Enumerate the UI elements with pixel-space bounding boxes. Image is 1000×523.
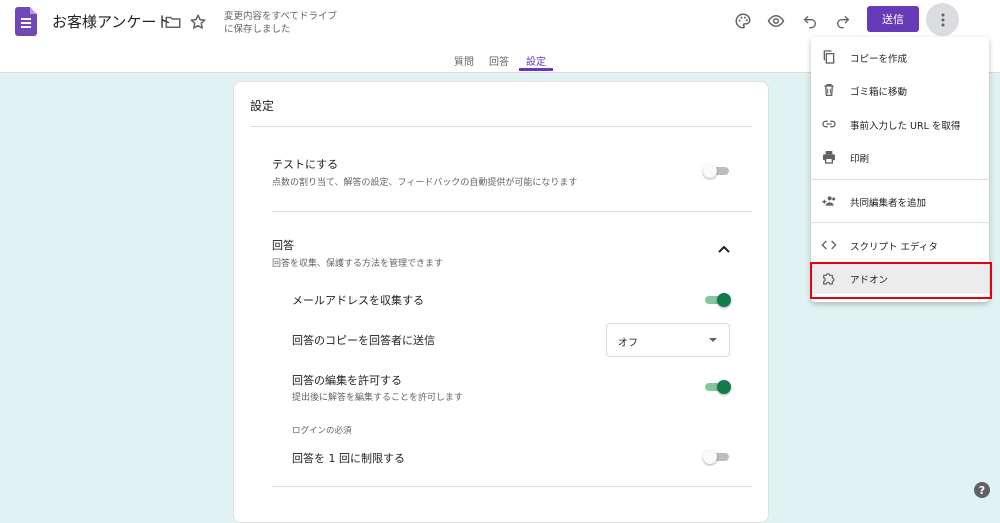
tab-responses[interactable]: 回答: [489, 53, 509, 68]
palette-icon[interactable]: [732, 10, 754, 32]
more-vert-icon: [941, 13, 944, 26]
print-icon: [823, 151, 835, 164]
code-icon: [821, 240, 837, 250]
trash-icon: [824, 84, 834, 96]
menu-item-print[interactable]: 印刷: [811, 141, 989, 173]
forms-app-icon[interactable]: [15, 7, 37, 36]
limit-one-toggle[interactable]: [703, 450, 731, 464]
send-copy-select[interactable]: オフ: [606, 323, 730, 357]
allow-edit-desc: 提出後に解答を編集することを許可します: [292, 393, 464, 403]
collect-email-toggle[interactable]: [703, 293, 731, 307]
add-people-icon: [822, 196, 836, 206]
responses-section-title: 回答: [272, 239, 294, 252]
more-options-button[interactable]: [926, 3, 959, 36]
quiz-setting-title: テストにする: [272, 158, 339, 171]
folder-icon[interactable]: [164, 13, 182, 31]
menu-item-move-to-trash[interactable]: ゴミ箱に移動: [811, 74, 989, 106]
tab-settings[interactable]: 設定: [526, 53, 546, 68]
active-tab-indicator: [519, 68, 553, 71]
save-status: 変更内容をすべてドライブに保存しました: [224, 11, 337, 35]
redo-icon[interactable]: [832, 10, 854, 32]
star-icon[interactable]: [189, 13, 207, 31]
settings-card-title: 設定: [250, 99, 275, 113]
menu-item-add-collaborators[interactable]: 共同編集者を追加: [811, 185, 989, 217]
send-copy-value: オフ: [618, 338, 638, 349]
quiz-setting-desc: 点数の割り当て、解答の設定、フィードバックの自動提供が可能になります: [272, 178, 578, 188]
chevron-up-icon[interactable]: [717, 244, 731, 254]
dropdown-arrow-icon: [709, 338, 717, 342]
link-icon: [822, 120, 836, 128]
undo-icon[interactable]: [799, 10, 821, 32]
allow-edit-toggle[interactable]: [703, 380, 731, 394]
preview-eye-icon[interactable]: [765, 10, 787, 32]
send-button[interactable]: 送信: [867, 6, 919, 32]
quiz-toggle[interactable]: [703, 164, 731, 178]
login-required-heading: ログインの必須: [292, 426, 352, 436]
allow-edit-label: 回答の編集を許可する: [292, 374, 402, 387]
help-icon[interactable]: ?: [974, 482, 990, 498]
menu-item-get-prefilled-link[interactable]: 事前入力した URL を取得: [811, 108, 989, 140]
responses-section-desc: 回答を収集、保護する方法を管理できます: [272, 259, 444, 269]
settings-card: 設定 テストにする 点数の割り当て、解答の設定、フィードバックの自動提供が可能に…: [233, 81, 769, 523]
highlight-annotation-box: [810, 262, 992, 299]
document-title[interactable]: お客様アンケート: [52, 11, 171, 32]
collect-email-label: メールアドレスを収集する: [292, 294, 424, 307]
menu-item-script-editor[interactable]: スクリプト エディタ: [811, 229, 989, 261]
tab-questions[interactable]: 質問: [454, 53, 474, 68]
divider: [250, 126, 752, 127]
menu-item-make-copy[interactable]: コピーを作成: [811, 41, 989, 73]
divider: [272, 486, 752, 487]
copy-icon: [823, 50, 835, 64]
menu-divider: [811, 179, 989, 180]
divider: [272, 211, 752, 212]
limit-one-label: 回答を 1 回に制限する: [292, 452, 405, 465]
menu-divider: [811, 222, 989, 223]
send-copy-label: 回答のコピーを回答者に送信: [292, 334, 435, 347]
